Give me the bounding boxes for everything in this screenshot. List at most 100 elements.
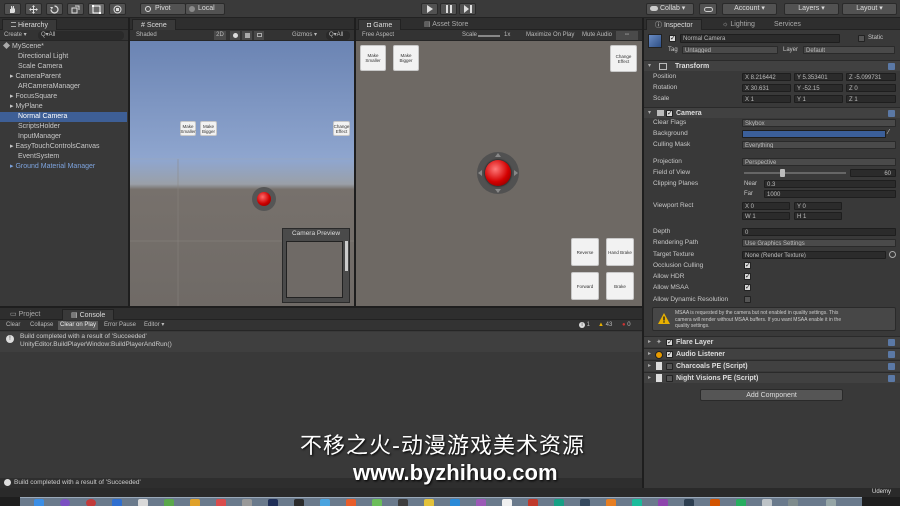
safari-icon[interactable] <box>112 499 122 506</box>
allow-hdr-checkbox[interactable] <box>744 272 751 280</box>
step-button[interactable] <box>459 3 476 15</box>
scene-viewport[interactable]: Make Smaller Make Bigger Change Effect C… <box>130 41 354 306</box>
clear-flags-dropdown[interactable]: Skybox <box>742 119 896 127</box>
account-dropdown[interactable]: Account ▾ <box>722 3 777 15</box>
hierarchy-item[interactable]: ARCameraManager <box>0 82 127 92</box>
hierarchy-item[interactable]: Normal Camera <box>0 112 127 122</box>
app-icon[interactable] <box>684 499 694 506</box>
hierarchy-item[interactable]: ScriptsHolder <box>0 122 127 132</box>
projection-dropdown[interactable]: Perspective <box>742 158 896 166</box>
stats-toggle[interactable]: ▫▫ <box>616 31 638 40</box>
night-visions-pe-checkbox[interactable] <box>666 375 673 382</box>
position-z-field[interactable]: Z -5.099731 <box>846 73 896 81</box>
app-icon[interactable] <box>580 499 590 506</box>
tab-scene[interactable]: # Scene <box>132 19 176 30</box>
error-pause-toggle[interactable]: Error Pause <box>102 321 138 330</box>
settings-icon[interactable] <box>242 499 252 506</box>
scene-joystick[interactable] <box>252 187 276 211</box>
app-icon[interactable] <box>762 499 772 506</box>
component-help-icon[interactable] <box>888 63 895 70</box>
scene-make-bigger-button[interactable]: Make Bigger <box>200 121 217 136</box>
hand-brake-button[interactable]: Hand Brake <box>606 238 634 266</box>
move-tool-button[interactable] <box>25 3 42 15</box>
scale-tool-button[interactable] <box>67 3 84 15</box>
app-icon[interactable] <box>632 499 642 506</box>
xcode-icon[interactable] <box>320 499 330 506</box>
night-visions-pe-header[interactable]: ▸ Night Visions PE (Script) <box>644 372 900 383</box>
camera-enabled-checkbox[interactable] <box>666 109 673 117</box>
make-bigger-button[interactable]: Make Bigger <box>393 45 419 71</box>
app-icon[interactable] <box>346 499 356 506</box>
app-icon[interactable] <box>554 499 564 506</box>
maximize-on-play-toggle[interactable]: Maximize On Play <box>526 31 574 40</box>
tab-game[interactable]: ◘ Game <box>358 19 402 30</box>
create-dropdown[interactable]: Create ▾ <box>4 31 27 40</box>
viewport-h-field[interactable]: H 1 <box>794 212 842 220</box>
scene-change-effect-button[interactable]: Change Effect <box>333 121 350 136</box>
component-help-icon[interactable] <box>888 351 895 358</box>
shaded-dropdown[interactable]: Shaded <box>136 31 157 40</box>
rotate-tool-button[interactable] <box>46 3 63 15</box>
notes-icon[interactable] <box>190 499 200 506</box>
console-log-entry[interactable]: ! Build completed with a result of 'Succ… <box>0 332 642 352</box>
depth-field[interactable]: 0 <box>742 228 896 236</box>
downloads-icon[interactable] <box>788 499 798 506</box>
allow-msaa-checkbox[interactable] <box>744 283 751 291</box>
position-x-field[interactable]: X 8.216442 <box>742 73 791 81</box>
audio-listener-header[interactable]: ▸ Audio Listener <box>644 348 900 359</box>
tab-console[interactable]: ▤ Console <box>62 309 115 320</box>
app-icon[interactable] <box>424 499 434 506</box>
hierarchy-item[interactable]: Scale Camera <box>0 62 127 72</box>
viewport-y-field[interactable]: Y 0 <box>794 202 842 210</box>
clear-on-play-toggle[interactable]: Clear on Play <box>58 321 99 330</box>
tab-services[interactable]: Services <box>766 19 809 30</box>
error-filter-toggle[interactable]: ● 0 <box>620 321 633 330</box>
messages-icon[interactable] <box>164 499 174 506</box>
change-effect-button[interactable]: Change Effect <box>610 45 637 72</box>
position-y-field[interactable]: Y 5.353401 <box>794 73 843 81</box>
charcoals-pe-header[interactable]: ▸ Charcoals PE (Script) <box>644 360 900 371</box>
transform-tool-button[interactable] <box>109 3 126 15</box>
cloud-button[interactable] <box>699 3 717 15</box>
calendar-icon[interactable] <box>216 499 226 506</box>
app-icon[interactable] <box>502 499 512 506</box>
siri-icon[interactable] <box>60 499 70 506</box>
effects-toggle[interactable] <box>254 31 264 40</box>
rect-tool-button[interactable] <box>88 3 105 15</box>
object-name-field[interactable]: Normal Camera <box>680 34 840 43</box>
hierarchy-item[interactable]: Directional Light <box>0 52 127 62</box>
hierarchy-item[interactable]: EventSystem <box>0 152 127 162</box>
photoshop-icon[interactable] <box>268 499 278 506</box>
game-joystick[interactable] <box>477 152 519 194</box>
component-help-icon[interactable] <box>888 363 895 370</box>
far-field[interactable]: 1000 <box>764 190 896 198</box>
tab-inspector[interactable]: ⓘ Inspector <box>646 19 702 30</box>
hand-tool-button[interactable] <box>4 3 21 15</box>
mail-icon[interactable] <box>138 499 148 506</box>
audio-listener-checkbox[interactable] <box>666 350 673 358</box>
rotation-y-field[interactable]: Y -52.15 <box>794 84 843 92</box>
scene-make-smaller-button[interactable]: Make Smaller <box>180 121 196 136</box>
flare-layer-header[interactable]: ▸ ✦ Flare Layer <box>644 336 900 347</box>
fov-slider-thumb[interactable] <box>780 169 785 177</box>
fov-field[interactable]: 60 <box>850 169 896 177</box>
app-icon[interactable] <box>476 499 486 506</box>
scale-z-field[interactable]: Z 1 <box>846 95 896 103</box>
culling-mask-dropdown[interactable]: Everything <box>742 141 896 149</box>
tab-lighting[interactable]: ☼ Lighting <box>714 19 763 30</box>
component-help-icon[interactable] <box>888 110 895 117</box>
hierarchy-search[interactable]: Q▾All <box>38 31 124 40</box>
tab-asset-store[interactable]: ▤ Asset Store <box>416 19 476 30</box>
tab-project[interactable]: ▭ Project <box>2 309 48 320</box>
pause-button[interactable] <box>440 3 457 15</box>
audio-toggle[interactable] <box>242 31 252 40</box>
app-icon[interactable] <box>528 499 538 506</box>
warning-filter-toggle[interactable]: ▲ 43 <box>596 321 614 330</box>
charcoals-pe-checkbox[interactable] <box>666 363 673 370</box>
target-texture-field[interactable]: None (Render Texture) <box>742 251 886 259</box>
scale-y-field[interactable]: Y 1 <box>794 95 843 103</box>
tag-dropdown[interactable]: Untagged <box>682 46 778 54</box>
app-icon[interactable] <box>372 499 382 506</box>
app-icon[interactable] <box>606 499 616 506</box>
transform-header[interactable]: ▾ Transform <box>644 60 900 71</box>
